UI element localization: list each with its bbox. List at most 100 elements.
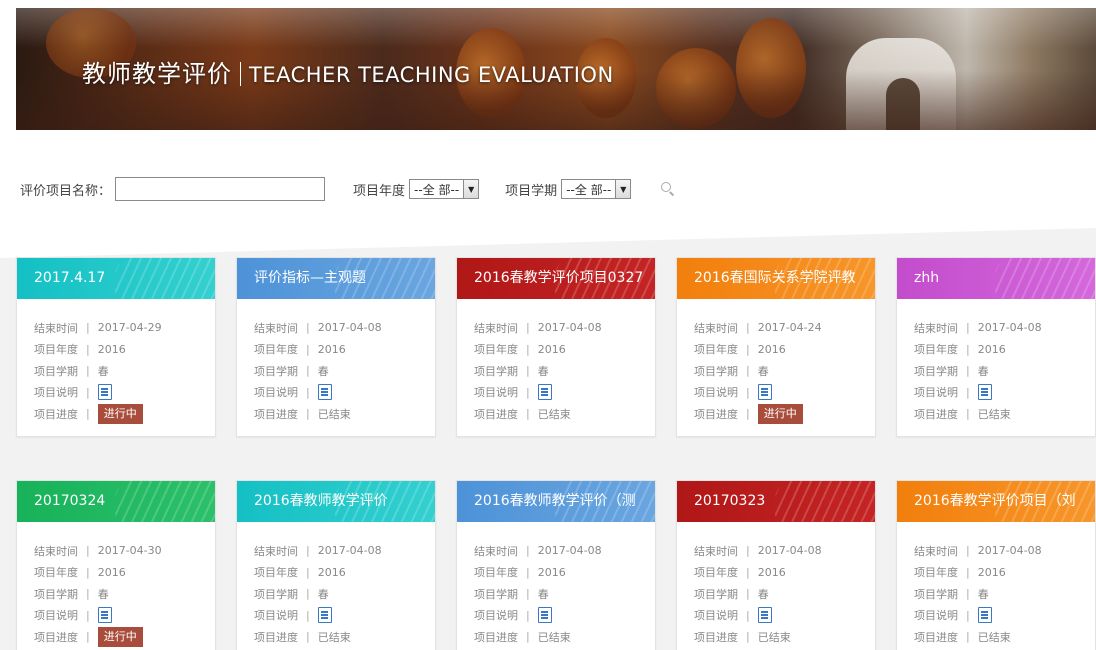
card-field-label: 项目年度 [254,566,298,580]
card-field-value: 2016 [97,342,126,356]
project-card-body: 结束时间 | 2017-04-08 项目年度 | 2016 项目学期 | 春项目说明 | 项目进度 |… [677,522,875,648]
project-name-label: 评价项目名称： [20,183,112,199]
document-icon[interactable] [757,607,772,624]
field-separator: | [526,364,530,378]
card-row-progress: 项目进度 | 进行中 [34,626,215,648]
card-field-value: 2017-04-08 [317,544,382,558]
project-term-label: 项目学期 [505,183,558,199]
chevron-down-icon: ▼ [463,180,479,198]
card-row-term: 项目学期 | 春 [694,360,875,382]
card-field-label: 结束时间 [34,321,78,335]
card-row-year: 项目年度 | 2016 [694,562,875,584]
document-icon[interactable] [317,384,332,401]
field-separator: | [526,544,530,558]
project-card-title[interactable]: 2016春教师教学评价 [237,481,435,522]
card-field-label: 项目进度 [694,407,738,421]
card-field-label: 结束时间 [254,544,298,558]
project-card[interactable]: 20170323 结束时间 | 2017-04-08 项目年度 | 2016 项目学期 | 春项目… [676,480,876,650]
card-row-end-time: 结束时间 | 2017-04-08 [254,317,435,339]
project-card-title[interactable]: 评价指标—主观题 [237,258,435,299]
field-separator: | [966,321,970,335]
project-card-title[interactable]: 2016春国际关系学院评教 [677,258,875,299]
project-card[interactable]: 2016春教学评价项目（刘 结束时间 | 2017-04-08 项目年度 | 2016 项目学… [896,480,1096,650]
document-icon[interactable] [537,607,552,624]
card-row-year: 项目年度 | 2016 [914,562,1095,584]
project-card-title[interactable]: 2016春教师教学评价（测 [457,481,655,522]
project-card-body: 结束时间 | 2017-04-08 项目年度 | 2016 项目学期 | 春项目说明 | 项目进度 |… [897,522,1095,648]
project-card[interactable]: 20170324 结束时间 | 2017-04-30 项目年度 | 2016 项目学期 | 春项目… [16,480,216,650]
project-card[interactable]: 2016春国际关系学院评教 结束时间 | 2017-04-24 项目年度 | 2016 项目学… [676,257,876,437]
card-field-label: 项目进度 [254,407,298,421]
card-field-label: 项目说明 [254,386,298,400]
banner-title-divider [240,62,241,86]
document-icon[interactable] [317,607,332,624]
document-icon[interactable] [977,384,992,401]
card-field-label: 项目学期 [254,587,298,601]
card-field-label: 项目学期 [914,364,958,378]
project-card[interactable]: 评价指标—主观题 结束时间 | 2017-04-08 项目年度 | 2016 项目学期 | 春项目… [236,257,436,437]
project-card-title[interactable]: 2016春教学评价项目（刘 [897,481,1095,522]
card-field-label: 项目学期 [34,587,78,601]
document-icon[interactable] [97,384,112,401]
field-separator: | [966,608,970,622]
card-field-value: 2016 [537,342,566,356]
card-row-year: 项目年度 | 2016 [474,339,655,361]
field-separator: | [966,385,970,399]
card-field-label: 结束时间 [694,544,738,558]
project-card[interactable]: 2016春教学评价项目0327 结束时间 | 2017-04-08 项目年度 | 2016 项… [456,257,656,437]
project-card-title[interactable]: 20170323 [677,481,875,522]
card-row-progress: 项目进度 | 已结束 [474,626,655,648]
field-separator: | [86,385,90,399]
document-icon[interactable] [757,384,772,401]
field-separator: | [746,407,750,421]
field-separator: | [966,407,970,421]
card-field-label: 结束时间 [914,321,958,335]
card-row-description: 项目说明 | [474,605,655,627]
card-row-end-time: 结束时间 | 2017-04-29 [34,317,215,339]
card-field-value: 2016 [317,565,346,579]
project-term-select[interactable]: --全 部-- ▼ [561,179,632,199]
card-row-year: 项目年度 | 2016 [694,339,875,361]
field-separator: | [746,608,750,622]
project-card-title[interactable]: 2016春教学评价项目0327 [457,258,655,299]
card-row-term: 项目学期 | 春 [474,360,655,382]
document-icon[interactable] [97,607,112,624]
project-card-body: 结束时间 | 2017-04-08 项目年度 | 2016 项目学期 | 春项目说明 | 项目进度 |… [457,522,655,648]
card-row-year: 项目年度 | 2016 [254,562,435,584]
project-card-title[interactable]: 2017.4.17 [17,258,215,299]
project-year-select[interactable]: --全 部-- ▼ [409,179,480,199]
card-row-progress: 项目进度 | 已结束 [914,403,1095,425]
status-badge: 已结束 [317,630,351,644]
project-card-title[interactable]: 20170324 [17,481,215,522]
card-field-value: 春 [977,587,989,601]
card-field-label: 项目学期 [34,364,78,378]
field-separator: | [306,587,310,601]
card-field-value: 春 [97,364,109,378]
card-field-label: 结束时间 [254,321,298,335]
status-badge: 已结束 [977,407,1011,421]
document-icon[interactable] [977,607,992,624]
project-card-title[interactable]: zhh [897,258,1095,299]
card-field-value: 春 [977,364,989,378]
field-separator: | [526,342,530,356]
field-separator: | [966,587,970,601]
project-name-input[interactable] [115,177,326,201]
field-separator: | [86,587,90,601]
card-field-label: 项目年度 [34,343,78,357]
card-row-term: 项目学期 | 春 [694,583,875,605]
search-icon[interactable] [661,182,675,196]
project-card[interactable]: 2017.4.17 结束时间 | 2017-04-29 项目年度 | 2016 项目学期 | 春项… [16,257,216,437]
project-card[interactable]: zhh 结束时间 | 2017-04-08 项目年度 | 2016 项目学期 | 春项目说明 | 项目… [896,257,1096,437]
card-field-label: 结束时间 [914,544,958,558]
project-term-selected: --全 部-- [566,182,612,197]
field-separator: | [306,630,310,644]
document-icon[interactable] [537,384,552,401]
card-field-value: 2016 [757,342,786,356]
card-row-year: 项目年度 | 2016 [254,339,435,361]
banner-title: 教师教学评价 TEACHER TEACHING EVALUATION [82,54,614,89]
filter-bar: 评价项目名称： 项目年度 --全 部-- ▼ 项目学期 --全 部-- ▼ [20,176,675,202]
card-row-end-time: 结束时间 | 2017-04-08 [914,317,1095,339]
project-card[interactable]: 2016春教师教学评价（测 结束时间 | 2017-04-08 项目年度 | 2016 项目学… [456,480,656,650]
card-row-description: 项目说明 | [254,382,435,404]
project-card[interactable]: 2016春教师教学评价结束时间 | 2017-04-08 项目年度 | 2016 项目学期 |… [236,480,436,650]
